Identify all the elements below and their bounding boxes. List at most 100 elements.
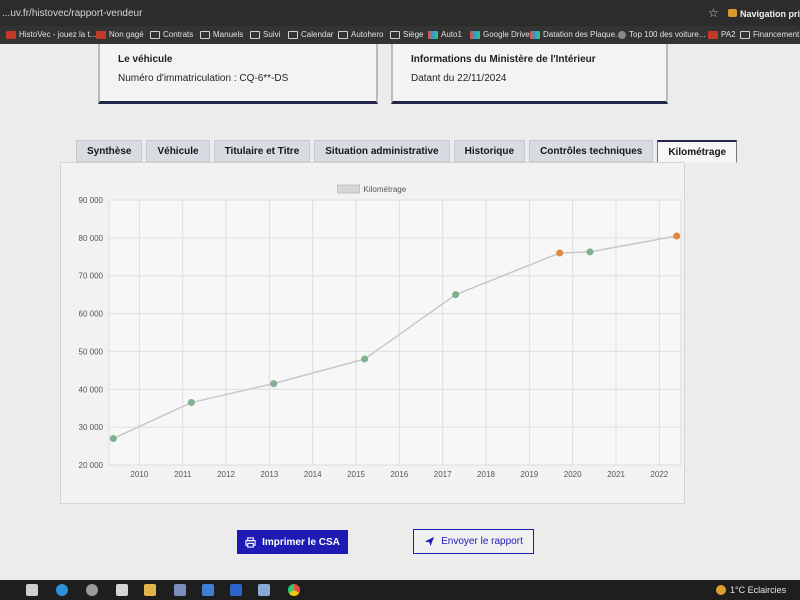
vehicle-box-title: Le véhicule [118,54,173,65]
google-drive-icon [470,30,480,39]
tab-titulaire-titre[interactable]: Titulaire et Titre [213,140,311,162]
y-tick-label: 20 000 [79,461,104,470]
print-csa-button[interactable]: Imprimer le CSA [237,530,348,554]
vehicle-info-box: Le véhicule Numéro d'immatriculation : C… [98,44,378,104]
task-view-icon[interactable] [26,584,38,596]
send-arrow-icon [425,536,435,547]
bookmark-star-icon[interactable]: ☆ [708,6,719,20]
tab-synthese[interactable]: Synthèse [76,140,143,162]
x-tick-label: 2018 [477,470,495,479]
x-tick-label: 2022 [650,470,668,479]
bookmark-favicon-icon [708,30,718,39]
data-point [673,232,681,240]
app-icon[interactable] [86,584,98,596]
print-csa-label: Imprimer le CSA [262,536,340,548]
folder-icon [150,30,160,39]
bookmark-favicon-icon [530,30,540,39]
folder-icon [288,30,298,39]
x-tick-label: 2014 [304,470,322,479]
address-url[interactable]: ...uv.fr/histovec/rapport-vendeur [2,8,142,19]
bookmark-item[interactable]: Top 100 des voiture... [618,30,706,39]
bookmark-item[interactable]: Datation des Plaque... [530,30,622,39]
x-tick-label: 2017 [434,470,452,479]
folder-icon [250,30,260,39]
bookmark-item[interactable]: PA2 [708,30,736,39]
data-point [586,248,594,256]
tab-controles-techniques[interactable]: Contrôles techniques [529,140,654,162]
tablet-icon[interactable] [258,584,270,596]
y-tick-label: 60 000 [79,310,104,319]
l-app-icon[interactable] [230,584,242,596]
y-tick-label: 70 000 [79,272,104,281]
store-icon[interactable] [174,584,186,596]
tab-vehicule[interactable]: Véhicule [146,140,210,162]
x-tick-label: 2016 [390,470,408,479]
private-mode-label[interactable]: Navigation privée [740,9,800,19]
bookmark-item[interactable]: HistoVec - jouez la t... [6,30,96,39]
y-tick-label: 40 000 [79,385,104,394]
bookmarks-bar: HistoVec - jouez la t... Non gagé Contra… [0,26,800,44]
data-point [109,435,117,442]
bookmark-item[interactable]: Siège [390,30,423,39]
data-point [452,291,460,299]
bookmark-item[interactable]: Calendar [288,30,333,39]
data-point [361,355,369,363]
bookmark-item[interactable]: Google Drive [470,30,530,39]
bookmark-item[interactable]: Manuels [200,30,243,39]
tab-kilometrage[interactable]: Kilométrage [657,140,738,163]
y-tick-label: 90 000 [79,196,104,205]
chrome-icon[interactable] [288,584,300,596]
x-tick-label: 2013 [260,470,278,479]
plot-area [108,199,682,466]
report-page: Le véhicule Numéro d'immatriculation : C… [0,44,800,580]
private-mode-icon [728,9,737,17]
x-tick-label: 2011 [174,470,192,479]
ministry-box-title: Informations du Ministère de l'Intérieur [411,54,596,65]
tab-situation-administrative[interactable]: Situation administrative [314,140,450,162]
mileage-chart: 20 000 30 000 40 000 50 000 60 000 70 000 80 0… [79,184,682,479]
folder-icon [740,30,750,39]
send-report-button[interactable]: Envoyer le rapport [413,529,534,554]
bookmark-item[interactable]: Autohero [338,30,383,39]
y-tick-label: 30 000 [79,423,104,432]
browser-address-bar: ...uv.fr/histovec/rapport-vendeur ☆ Navi… [0,0,800,26]
x-tick-label: 2010 [130,470,148,479]
explorer-icon[interactable] [144,584,156,596]
folder-icon [390,30,400,39]
y-tick-label: 50 000 [79,347,104,356]
bookmark-item[interactable]: Financement [740,30,799,39]
weather-label: 1°C Eclaircies [730,585,787,595]
windows-taskbar: 1°C Eclaircies [0,580,800,600]
data-date: Datant du 22/11/2024 [411,73,507,84]
bookmark-item[interactable]: Contrats [150,30,193,39]
registration-number: Numéro d'immatriculation : CQ-6**-DS [118,73,289,84]
mileage-panel: 20 000 30 000 40 000 50 000 60 000 70 000 80 0… [60,162,685,504]
ministry-info-box: Informations du Ministère de l'Intérieur… [391,44,668,104]
x-tick-label: 2012 [217,470,235,479]
data-point [187,399,195,407]
weather-widget[interactable]: 1°C Eclaircies [716,585,786,595]
tab-historique[interactable]: Historique [453,140,526,162]
bookmark-item[interactable]: Suivi [250,30,280,39]
bookmark-favicon-icon [96,30,106,39]
folder-icon [200,30,210,39]
folder-icon [338,30,348,39]
bookmark-favicon-icon [6,30,16,39]
document-icon[interactable] [116,584,128,596]
bookmark-favicon-icon [618,30,626,39]
data-point [270,380,278,388]
weather-sun-icon [716,585,726,595]
data-point [556,249,564,257]
printer-icon [245,536,256,548]
bookmark-item[interactable]: Non gagé [96,30,144,39]
x-tick-label: 2021 [607,470,625,479]
mail-icon[interactable] [202,584,214,596]
y-tick-label: 80 000 [79,234,104,243]
legend-label: Kilométrage [364,185,407,194]
edge-icon[interactable] [56,584,68,596]
report-tabs: Synthèse Véhicule Titulaire et Titre Sit… [76,140,738,163]
auto1-icon [428,30,438,39]
x-tick-label: 2020 [564,470,582,479]
bookmark-item[interactable]: Auto1 [428,30,462,39]
legend-swatch [337,184,360,194]
